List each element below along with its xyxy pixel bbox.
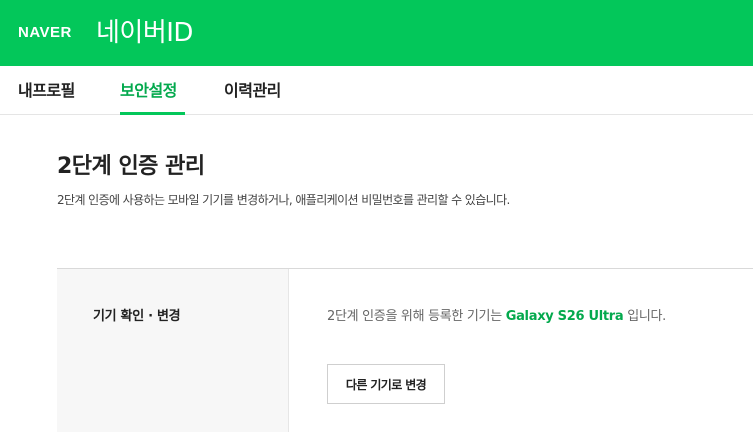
device-name: Galaxy S26 Ultra xyxy=(505,309,624,324)
naver-logo[interactable]: NAVER xyxy=(18,24,72,42)
device-info-text: 2단계 인증을 위해 등록한 기기는 Galaxy S26 Ultra 입니다. xyxy=(327,308,666,326)
device-info-prefix: 2단계 인증을 위해 등록한 기기는 xyxy=(327,309,506,324)
device-info-suffix: 입니다. xyxy=(623,309,667,324)
section-label-column: 기기 확인 · 변경 xyxy=(57,269,289,432)
section-label: 기기 확인 · 변경 xyxy=(93,309,181,324)
device-section: 기기 확인 · 변경 2단계 인증을 위해 등록한 기기는 Galaxy S26… xyxy=(57,268,753,432)
tab-security-settings[interactable]: 보안설정 xyxy=(120,80,177,102)
tab-my-profile[interactable]: 내프로필 xyxy=(18,80,75,102)
tab-bar: 내프로필 보안설정 이력관리 xyxy=(0,66,753,115)
app-title[interactable]: 네이버ID xyxy=(96,16,193,50)
change-device-button[interactable]: 다른 기기로 변경 xyxy=(327,364,445,404)
active-tab-indicator xyxy=(120,112,185,115)
page-title: 2단계 인증 관리 xyxy=(57,154,205,179)
tab-history[interactable]: 이력관리 xyxy=(224,80,281,102)
top-header: NAVER 네이버ID xyxy=(0,0,753,66)
page-description: 2단계 인증에 사용하는 모바일 기기를 변경하거나, 애플리케이션 비밀번호를… xyxy=(57,193,510,207)
